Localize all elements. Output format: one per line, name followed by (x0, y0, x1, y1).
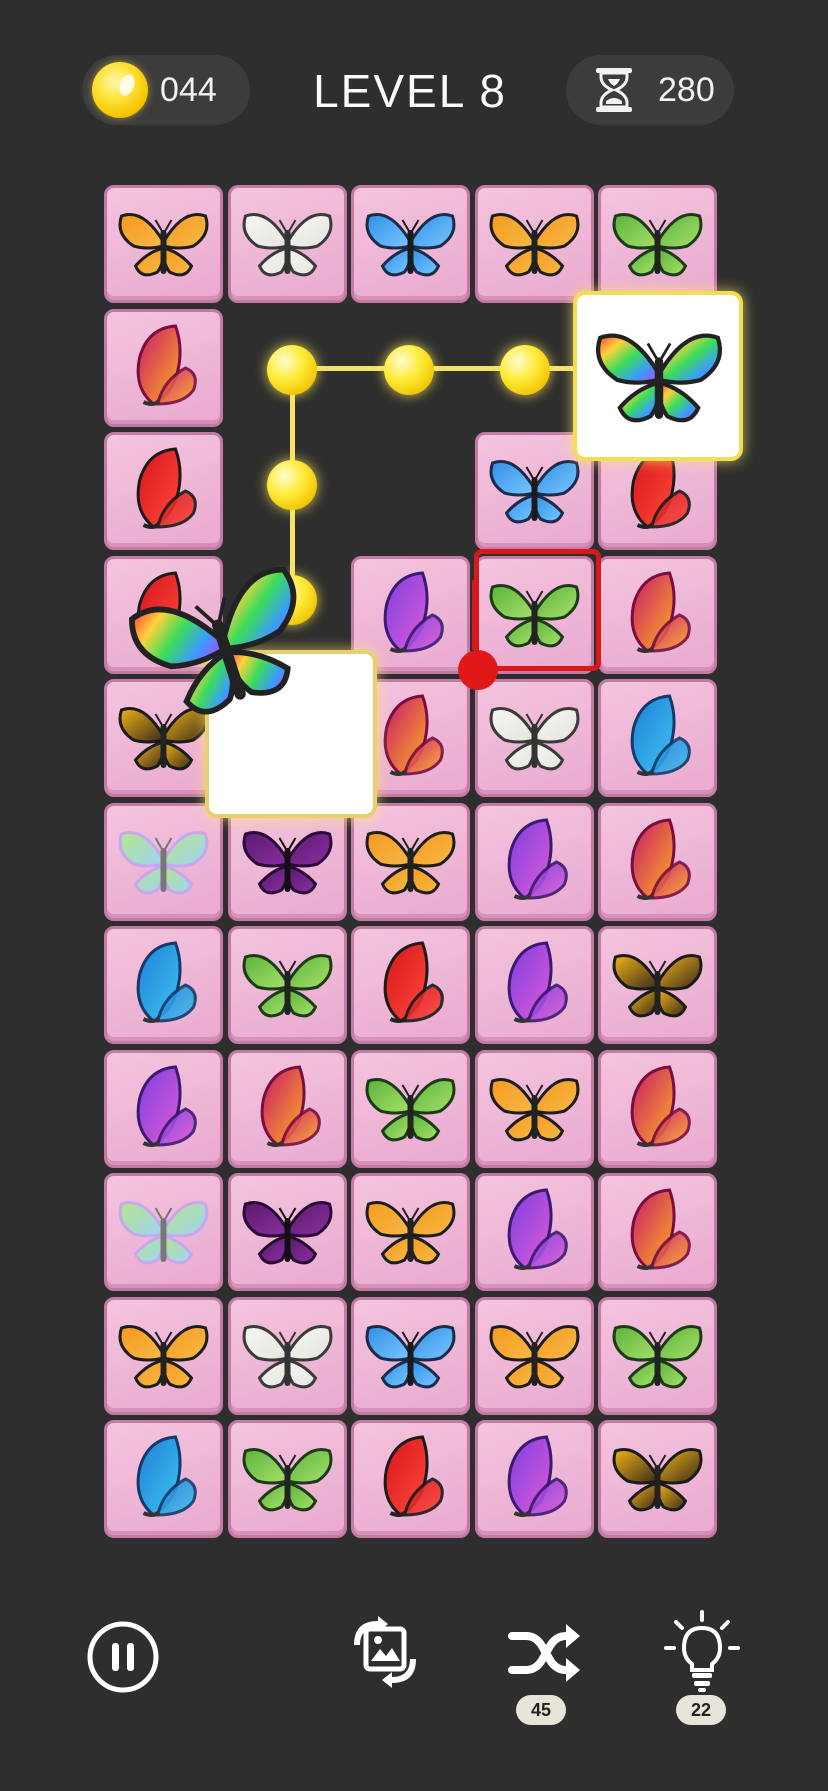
tile-red[interactable] (104, 432, 223, 550)
tile-purple-side[interactable] (104, 1049, 223, 1168)
hint-count-badge: 22 (676, 1695, 726, 1725)
tile-blue-morpho[interactable] (351, 1296, 470, 1415)
path-dot (267, 460, 317, 510)
tile-white[interactable] (227, 185, 347, 303)
shuffle-count-badge: 45 (516, 1695, 566, 1725)
tile-monarch[interactable] (351, 1173, 470, 1291)
tile-blue-side[interactable] (104, 926, 223, 1044)
tile-monarch[interactable] (104, 1296, 223, 1415)
tile-pink-side[interactable] (598, 1049, 717, 1168)
tile-blue-side[interactable] (104, 1420, 223, 1538)
tile-red[interactable] (351, 1420, 470, 1538)
selection-stem (472, 580, 478, 650)
tile-green[interactable] (598, 185, 717, 303)
tile-green[interactable] (227, 926, 347, 1044)
tile-blue-side[interactable] (598, 679, 717, 797)
path-dot (267, 345, 317, 395)
tile-green[interactable] (227, 1420, 347, 1538)
game-board (0, 0, 828, 1600)
tile-pink-side[interactable] (598, 1173, 717, 1291)
swap-icon[interactable] (348, 1615, 422, 1689)
tile-monarch[interactable] (474, 185, 594, 303)
pause-icon[interactable] (86, 1620, 160, 1694)
tile-pink-side[interactable] (598, 802, 717, 921)
tile-blue-morpho[interactable] (351, 185, 470, 303)
lightbulb-icon[interactable] (664, 1610, 740, 1694)
tile-white[interactable] (474, 679, 594, 797)
tile-purple-side[interactable] (474, 926, 594, 1044)
tile-monarch[interactable] (474, 1296, 594, 1415)
tile-red[interactable] (351, 926, 470, 1044)
tile-yellow-black[interactable] (598, 926, 717, 1044)
tile-monarch[interactable] (351, 802, 470, 921)
tile-purple-side[interactable] (474, 802, 594, 921)
tile-pastel[interactable] (104, 1173, 223, 1291)
tile-monarch[interactable] (474, 1049, 594, 1168)
tile-monarch[interactable] (104, 185, 223, 303)
tile-dark-purple[interactable] (227, 802, 347, 921)
path-dot (384, 345, 434, 395)
tile-pastel[interactable] (104, 802, 223, 921)
tile-white[interactable] (227, 1296, 347, 1415)
selection-frame (474, 549, 601, 671)
selection-marker (458, 650, 498, 690)
tile-green[interactable] (598, 1296, 717, 1415)
matched-tile-rainbow[interactable] (573, 291, 743, 461)
shuffle-icon[interactable] (508, 1622, 582, 1686)
tile-pink-side[interactable] (104, 308, 223, 427)
tile-pink-side[interactable] (598, 555, 717, 674)
tile-purple-side[interactable] (474, 1173, 594, 1291)
tile-pink-side[interactable] (227, 1049, 347, 1168)
tile-dark-purple[interactable] (227, 1173, 347, 1291)
tile-green[interactable] (351, 1049, 470, 1168)
tile-purple-side[interactable] (474, 1420, 594, 1538)
path-dot (500, 345, 550, 395)
tile-yellow-black[interactable] (598, 1420, 717, 1538)
